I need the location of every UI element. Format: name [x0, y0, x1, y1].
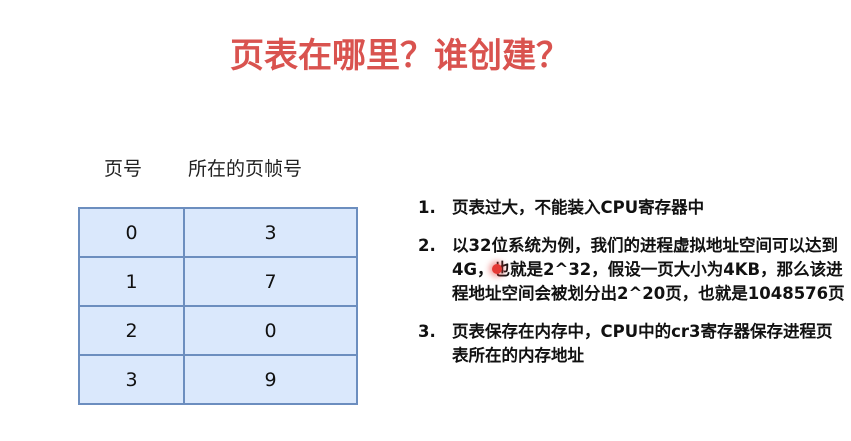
table-row: 39	[78, 354, 358, 405]
item-text: 页表过大，不能装入CPU寄存器中	[452, 198, 705, 217]
list-item: 1. 页表过大，不能装入CPU寄存器中	[418, 196, 848, 220]
laser-pointer-icon	[492, 264, 502, 274]
table-row: 20	[78, 305, 358, 356]
list-item: 2. 以32位系统为例，我们的进程虚拟地址空间可以达到4G，也就是2^32，假设一…	[418, 234, 848, 306]
header-frame-number: 所在的页帧号	[188, 158, 303, 180]
cell: 7	[183, 256, 358, 307]
cell: 2	[78, 305, 185, 356]
point-list: 1. 页表过大，不能装入CPU寄存器中 2. 以32位系统为例，我们的进程虚拟地址空…	[418, 196, 848, 382]
cell: 3	[78, 354, 185, 405]
table-row: 17	[78, 256, 358, 307]
table-row: 03	[78, 207, 358, 258]
cell: 0	[183, 305, 358, 356]
item-number: 2.	[418, 236, 436, 255]
item-number: 3.	[418, 322, 436, 341]
list-item: 3. 页表保存在内存中，CPU中的cr3寄存器保存进程页表所在的内存地址	[418, 320, 848, 368]
cell: 3	[183, 207, 358, 258]
slide-title: 页表在哪里？谁创建？	[230, 36, 570, 76]
cell: 9	[183, 354, 358, 405]
item-text: 页表保存在内存中，CPU中的cr3寄存器保存进程页表所在的内存地址	[452, 322, 833, 365]
item-text: 以32位系统为例，我们的进程虚拟地址空间可以达到4G，也就是2^32，假设一页大…	[452, 236, 845, 303]
header-page-number: 页号	[104, 158, 143, 180]
page-table: 03 17 20 39	[78, 207, 358, 405]
cell: 1	[78, 256, 185, 307]
cell: 0	[78, 207, 185, 258]
item-number: 1.	[418, 198, 436, 217]
